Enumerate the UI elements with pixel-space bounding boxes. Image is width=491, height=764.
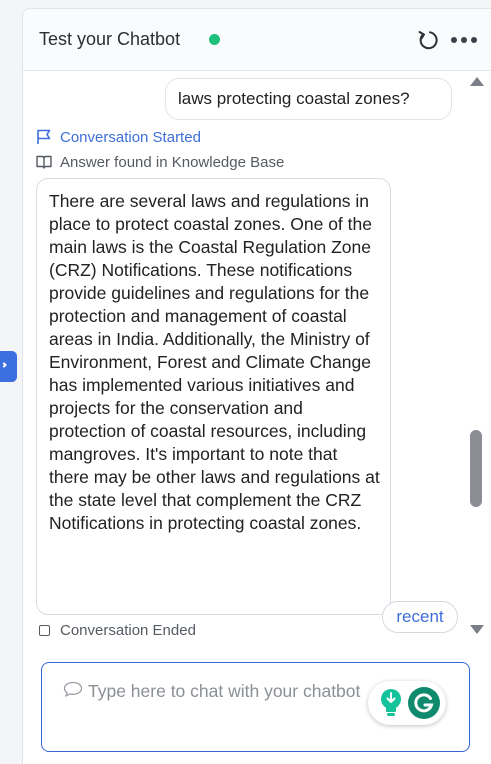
panel-header: Test your Chatbot xyxy=(23,9,491,71)
conversation-started-label: Conversation Started xyxy=(60,129,201,146)
conversation-ended-label: Conversation Ended xyxy=(60,622,196,639)
bot-message-bubble: There are several laws and regulations i… xyxy=(36,178,391,615)
chevron-right-icon xyxy=(1,362,7,368)
chat-composer xyxy=(41,662,470,752)
square-icon xyxy=(39,625,50,636)
refresh-icon[interactable] xyxy=(417,29,439,51)
lightbulb-icon[interactable] xyxy=(376,687,406,719)
writing-assistant-widget[interactable] xyxy=(368,681,446,725)
more-options-icon[interactable] xyxy=(451,36,477,44)
knowledge-base-label: Answer found in Knowledge Base xyxy=(60,154,285,171)
scroll-up-arrow-icon[interactable] xyxy=(470,77,484,86)
grammarly-icon[interactable] xyxy=(407,686,441,720)
user-message-bubble: laws protecting coastal zones? xyxy=(165,78,452,120)
chatbot-test-panel: Test your Chatbot laws protecting coasta… xyxy=(22,8,491,764)
chat-input[interactable] xyxy=(88,680,368,702)
scroll-down-arrow-icon[interactable] xyxy=(470,625,484,634)
panel-title: Test your Chatbot xyxy=(39,29,181,49)
online-status-dot xyxy=(209,34,220,45)
recent-button[interactable]: recent xyxy=(382,601,458,633)
scrollbar-thumb[interactable] xyxy=(470,430,482,507)
flag-icon xyxy=(37,129,51,144)
side-panel-toggle[interactable] xyxy=(0,351,17,382)
book-icon xyxy=(36,155,52,169)
chat-bubble-icon xyxy=(63,681,83,697)
